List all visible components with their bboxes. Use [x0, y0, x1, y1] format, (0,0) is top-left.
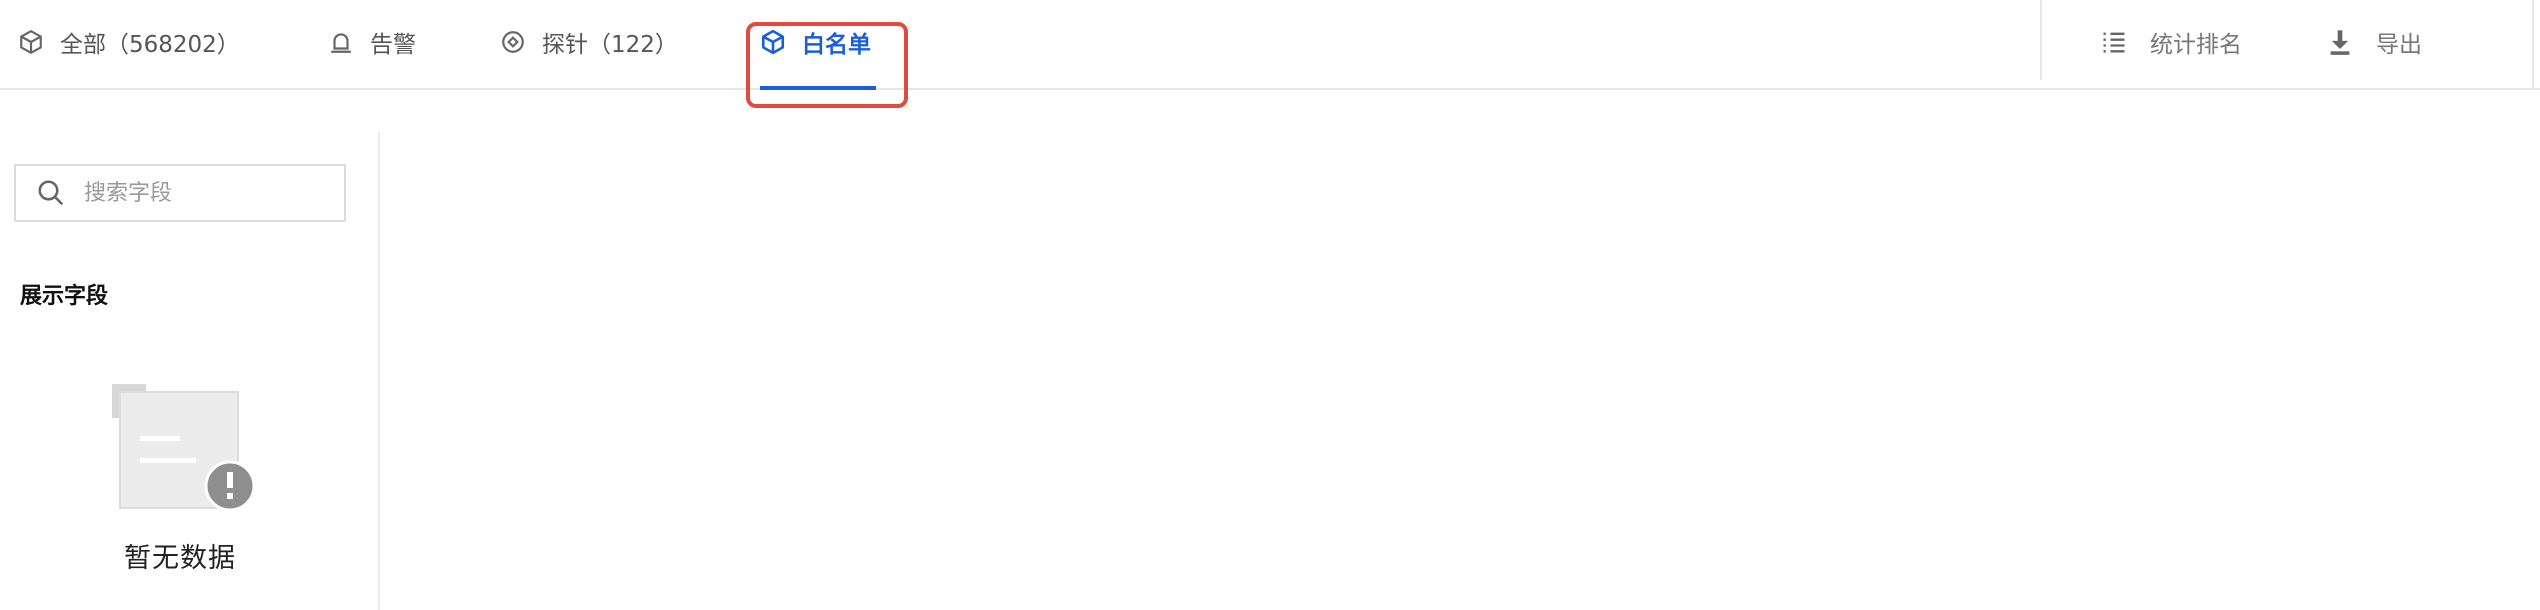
export-button[interactable]: 导出 [2326, 22, 2422, 62]
empty-illustration [112, 384, 256, 512]
tab-alarm-label: 告警 [370, 32, 416, 58]
panel-edge [2532, 0, 2534, 90]
download-icon [2330, 30, 2350, 55]
cube-icon [20, 30, 42, 54]
tab-probe-label: 探针（122） [542, 32, 678, 58]
export-label: 导出 [2376, 32, 2422, 58]
field-search[interactable] [14, 164, 346, 222]
tab-all-label: 全部（568202） [60, 32, 240, 58]
toolbar-divider [2040, 0, 2042, 80]
tab-bar: 全部（568202） 告警 探针（122） 白名单 统计排名 导出 [0, 0, 2540, 108]
list-icon [2103, 32, 2125, 53]
tab-probe[interactable]: 探针（122） [500, 22, 678, 62]
search-input[interactable] [82, 179, 326, 207]
alarm-icon [331, 33, 351, 53]
cube-icon [761, 29, 785, 55]
search-icon [38, 180, 64, 206]
sidebar-divider [378, 132, 380, 610]
tab-alarm[interactable]: 告警 [328, 22, 416, 62]
ranking-button[interactable]: 统计排名 [2100, 22, 2242, 62]
probe-icon [502, 31, 524, 53]
active-tab-indicator [760, 86, 876, 90]
tab-whitelist-label: 白名单 [802, 32, 871, 58]
section-title: 展示字段 [20, 284, 109, 309]
tab-all[interactable]: 全部（568202） [18, 22, 240, 62]
ranking-label: 统计排名 [2150, 32, 2242, 58]
empty-state-text: 暂无数据 [124, 543, 236, 574]
tab-whitelist[interactable]: 白名单 [760, 22, 871, 62]
